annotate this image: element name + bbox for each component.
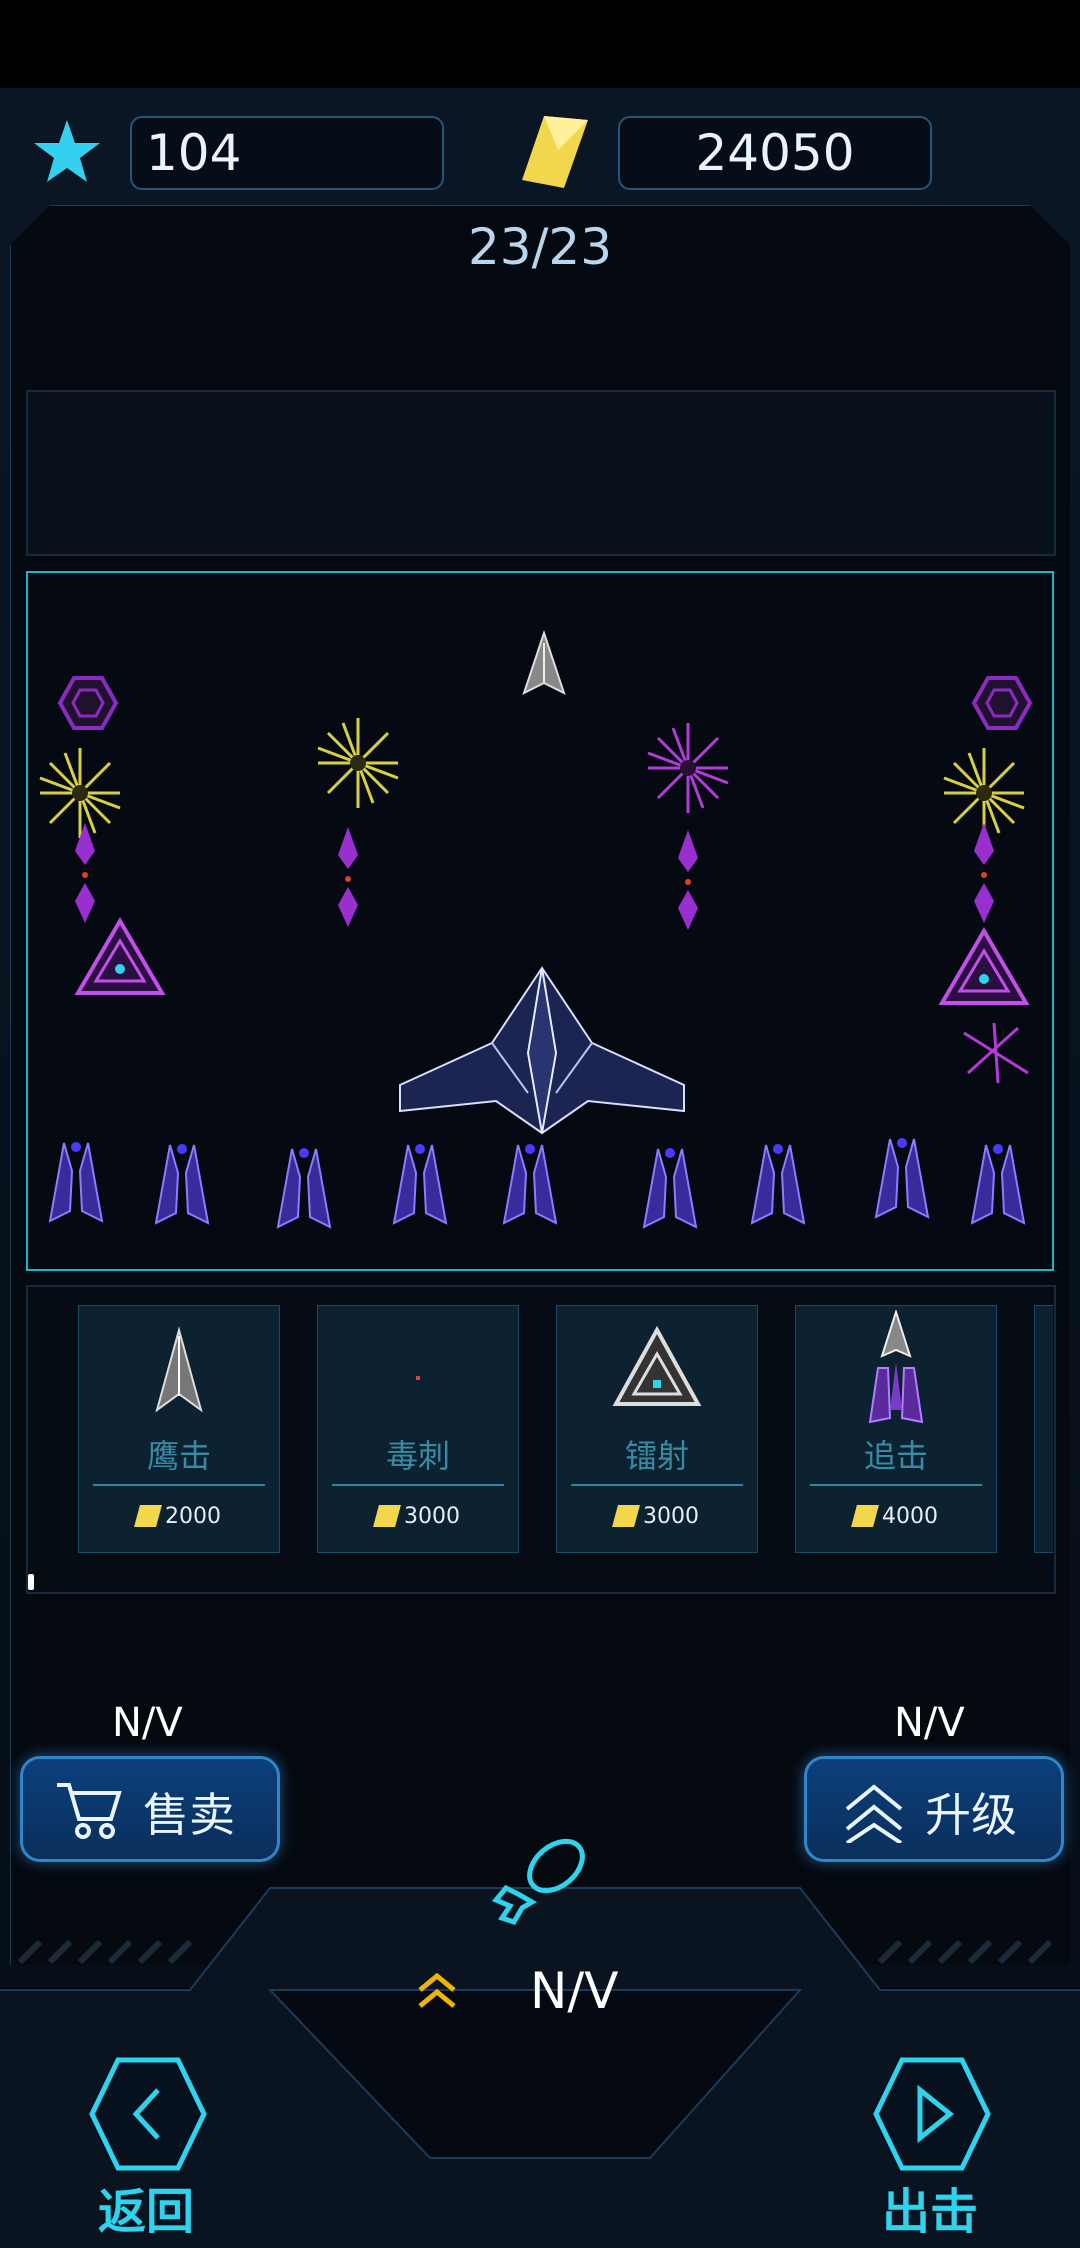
shop-item-price: 4000 bbox=[796, 1504, 996, 1529]
sell-label: 售卖 bbox=[143, 1788, 235, 1842]
cart-icon bbox=[57, 1783, 122, 1839]
stars-value: 104 bbox=[146, 124, 242, 182]
crystal-icon bbox=[134, 1505, 162, 1527]
back-button[interactable] bbox=[88, 2056, 208, 2172]
shop-item-zhuiji[interactable]: 追击 4000 bbox=[795, 1305, 997, 1553]
shop-item-partial[interactable] bbox=[1034, 1305, 1053, 1553]
stars-counter: 104 bbox=[130, 116, 444, 190]
player-ship bbox=[399, 966, 685, 1135]
double-chevron-up-icon bbox=[845, 1784, 903, 1843]
shop-item-name: 追击 bbox=[863, 1437, 928, 1475]
formation-graphic bbox=[38, 629, 1032, 1228]
double-chevron-up-icon bbox=[418, 1972, 456, 2008]
crystal-icon bbox=[612, 1505, 640, 1527]
upgrade-button[interactable]: 升级 bbox=[804, 1756, 1064, 1862]
shop-item-yingji[interactable]: 鹰击 2000 bbox=[78, 1305, 280, 1553]
crystals-value: 24050 bbox=[695, 124, 855, 182]
status-bar bbox=[0, 0, 1080, 88]
crystal-icon bbox=[373, 1505, 401, 1527]
bomb-icon[interactable] bbox=[488, 1828, 598, 1928]
divider bbox=[810, 1484, 982, 1486]
triangle-icon bbox=[612, 1325, 702, 1406]
star-icon bbox=[34, 120, 100, 182]
bomb-value: N/V bbox=[530, 1962, 619, 2020]
fighter-icon bbox=[155, 1326, 203, 1413]
shop-item-leishe[interactable]: 镭射 3000 bbox=[556, 1305, 758, 1553]
shop-item-name: 镭射 bbox=[624, 1437, 689, 1475]
sell-value: N/V bbox=[112, 1700, 183, 1746]
shop-item-name: 毒刺 bbox=[385, 1437, 450, 1475]
go-label[interactable]: 出击 bbox=[882, 2172, 978, 2242]
shop-item-name: 鹰击 bbox=[146, 1437, 211, 1475]
go-button[interactable] bbox=[872, 2056, 992, 2172]
chaser-icon bbox=[868, 1310, 924, 1424]
divider bbox=[571, 1484, 743, 1486]
upgrade-label: 升级 bbox=[925, 1788, 1017, 1842]
crystal-icon bbox=[851, 1505, 879, 1527]
back-label[interactable]: 返回 bbox=[98, 2172, 194, 2242]
scroll-indicator[interactable] bbox=[28, 1574, 34, 1590]
divider bbox=[332, 1484, 504, 1486]
wave-counter: 23/23 bbox=[467, 218, 613, 276]
shop-item-price: 3000 bbox=[557, 1504, 757, 1529]
crystal-icon bbox=[522, 116, 588, 188]
dot-icon bbox=[416, 1376, 420, 1380]
shop-item-price: 2000 bbox=[79, 1504, 279, 1529]
formation-field bbox=[26, 571, 1054, 1271]
shop-item-duci[interactable]: 毒刺 3000 bbox=[317, 1305, 519, 1553]
upgrade-value: N/V bbox=[894, 1700, 965, 1746]
sell-button[interactable]: 售卖 bbox=[20, 1756, 280, 1862]
shop-item-price: 3000 bbox=[318, 1504, 518, 1529]
divider bbox=[93, 1484, 265, 1486]
info-panel bbox=[26, 390, 1056, 556]
crystals-counter: 24050 bbox=[618, 116, 932, 190]
